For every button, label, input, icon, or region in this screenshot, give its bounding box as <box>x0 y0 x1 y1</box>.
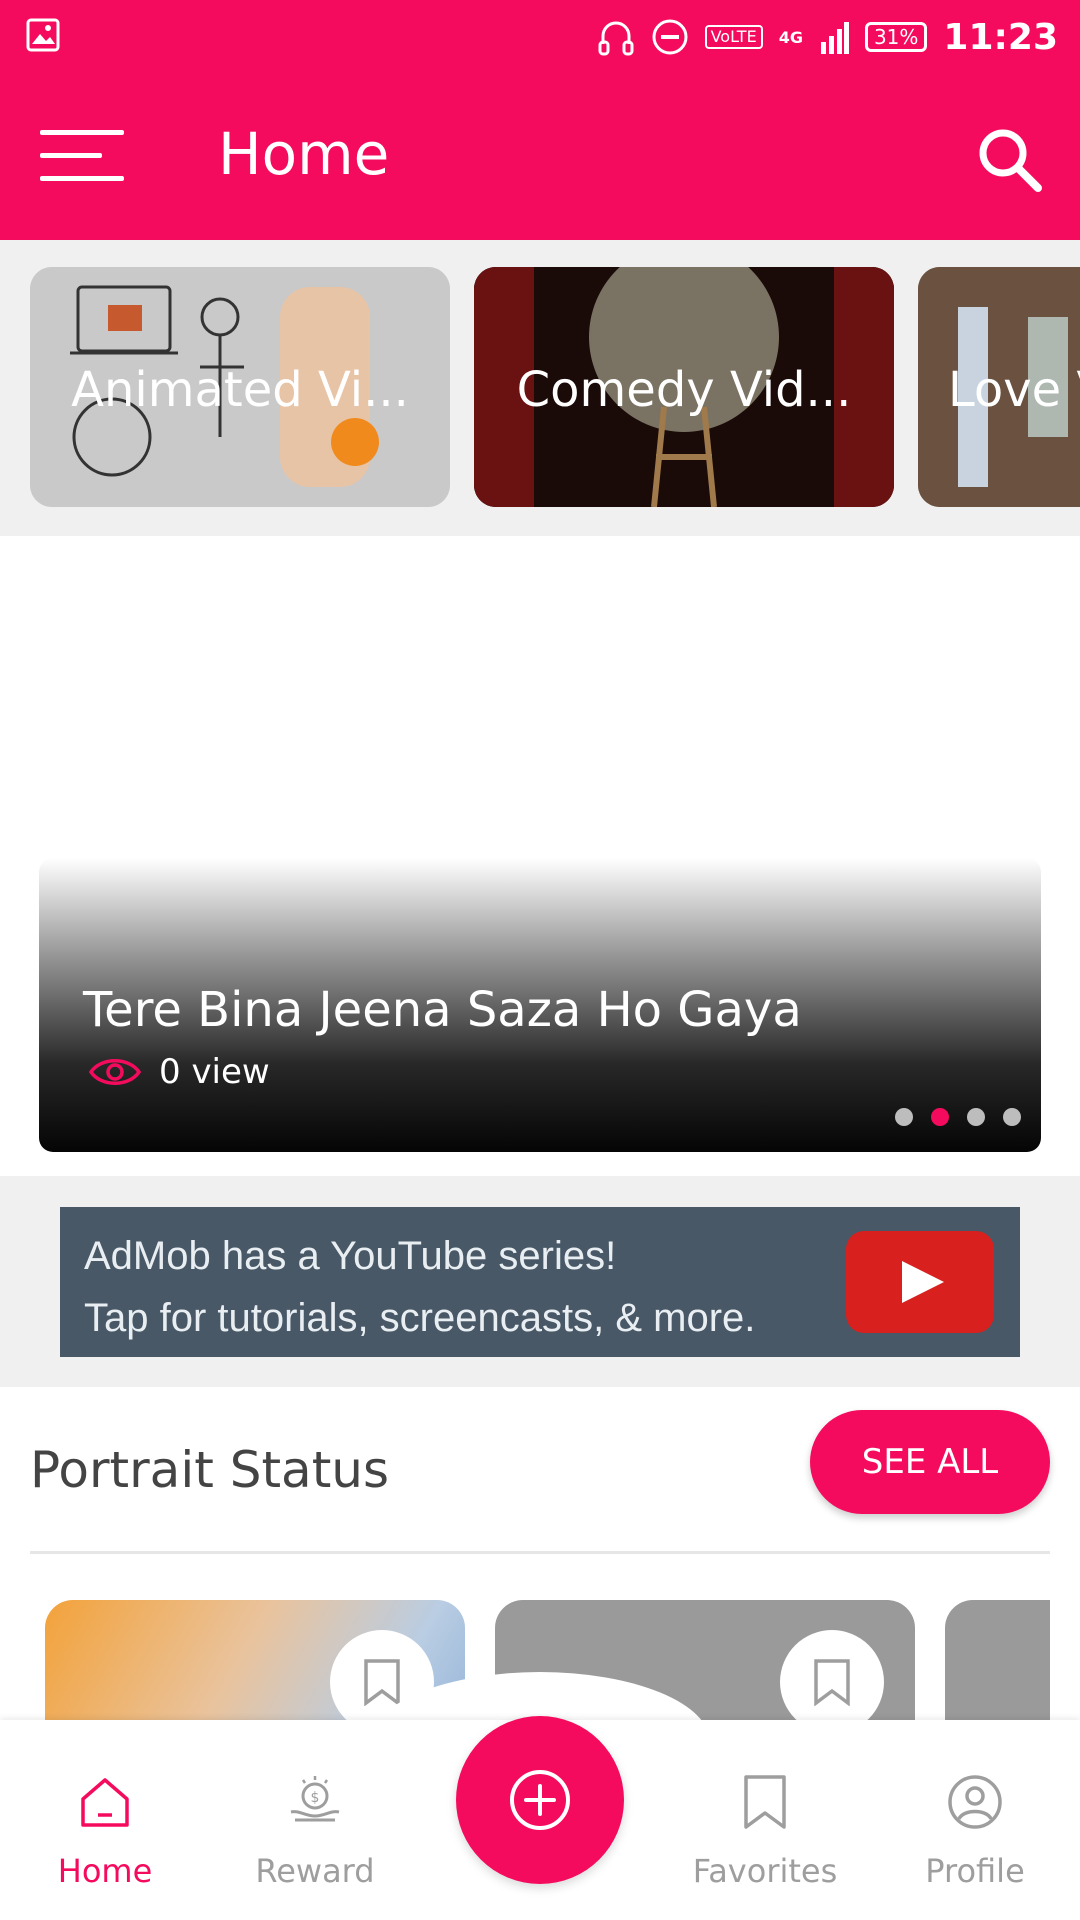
status-time: 11:23 <box>943 16 1058 58</box>
category-label: Animated Vi... <box>71 362 409 418</box>
nav-home[interactable]: Home <box>5 1772 205 1890</box>
pagination-dot[interactable] <box>895 1108 913 1126</box>
section-title: Portrait Status <box>30 1441 390 1499</box>
add-button[interactable] <box>456 1716 624 1884</box>
section-divider <box>30 1551 1050 1554</box>
nav-label: Reward <box>255 1852 375 1890</box>
nav-label: Profile <box>925 1852 1025 1890</box>
menu-icon[interactable] <box>40 126 124 184</box>
signal-icon <box>820 22 849 54</box>
eye-icon <box>89 1059 141 1085</box>
nav-favorites[interactable]: Favorites <box>665 1772 865 1890</box>
svg-text:$: $ <box>311 1790 320 1806</box>
youtube-play-icon <box>846 1231 994 1333</box>
category-label: Comedy Vid... <box>516 362 852 418</box>
slide-title: Tere Bina Jeena Saza Ho Gaya <box>83 982 802 1038</box>
home-icon <box>81 1778 129 1827</box>
nav-label: Home <box>57 1852 153 1890</box>
nav-label: Favorites <box>692 1852 838 1890</box>
portrait-card[interactable] <box>945 1600 1050 1722</box>
network-type: 4G <box>778 27 803 47</box>
featured-slide[interactable]: Tere Bina Jeena Saza Ho Gaya 0 view <box>39 858 1041 1152</box>
category-label: Love V <box>948 362 1080 418</box>
app-bar: VoLTE 4G 31% 11:23 Home <box>0 0 1080 240</box>
profile-icon <box>948 1775 1002 1829</box>
pagination-dot[interactable] <box>1003 1108 1021 1126</box>
battery-indicator: 31% <box>864 22 928 52</box>
status-bar: VoLTE 4G 31% 11:23 <box>0 0 1080 72</box>
bookmark-icon <box>744 1775 786 1829</box>
nav-reward[interactable]: $ Reward <box>215 1772 415 1890</box>
search-icon[interactable] <box>975 125 1045 195</box>
do-not-disturb-icon <box>652 19 688 55</box>
add-circle-icon <box>510 1770 570 1830</box>
ad-text: AdMob has a YouTube series! Tap for tuto… <box>84 1225 755 1349</box>
see-all-button[interactable]: SEE ALL <box>810 1410 1050 1514</box>
bookmark-icon <box>814 1659 850 1706</box>
featured-slider[interactable]: Tere Bina Jeena Saza Ho Gaya 0 view <box>0 536 1080 1176</box>
category-card-comedy[interactable]: Comedy Vid... <box>474 267 894 507</box>
ad-banner[interactable]: AdMob has a YouTube series! Tap for tuto… <box>60 1207 1020 1357</box>
nav-profile[interactable]: Profile <box>875 1772 1075 1890</box>
category-card-animated[interactable]: Animated Vi... <box>30 267 450 507</box>
slider-pagination <box>895 1108 1021 1126</box>
headphones-icon <box>598 21 634 56</box>
ad-line-1: AdMob has a YouTube series! <box>84 1234 617 1278</box>
slide-views: 0 view <box>89 1052 270 1092</box>
view-count: 0 view <box>159 1052 270 1092</box>
bookmark-icon <box>364 1659 400 1706</box>
page-title: Home <box>218 120 390 188</box>
bookmark-button[interactable] <box>780 1630 884 1722</box>
category-card-love[interactable]: Love V <box>918 267 1080 507</box>
reward-icon: $ <box>290 1776 340 1822</box>
ad-line-2: Tap for tutorials, screencasts, & more. <box>84 1296 756 1340</box>
volte-badge: VoLTE <box>704 25 763 49</box>
pagination-dot-active[interactable] <box>931 1108 949 1126</box>
gallery-notification-icon <box>26 18 60 52</box>
pagination-dot[interactable] <box>967 1108 985 1126</box>
status-right: VoLTE 4G 31% 11:23 <box>597 12 1058 62</box>
category-carousel[interactable]: Animated Vi... Comedy Vid... Love V <box>0 240 1080 536</box>
